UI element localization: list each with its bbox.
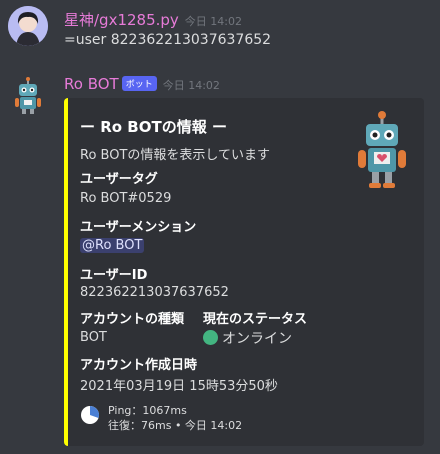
user-mention[interactable]: @Ro BOT [80,238,145,253]
message-content: =user 822362213037637652 [64,32,272,48]
online-status-icon [203,330,218,345]
field-tag-name: ユーザータグ [80,172,158,187]
embed-description: Ro BOTの情報を表示しています [80,148,271,163]
embed: ー Ro BOTの情報 ー Ro BOTの情報を表示しています ユーザータグ R… [64,98,424,446]
timestamp: 今日 14:02 [184,15,242,28]
embed-accent-bar [64,98,68,446]
user-avatar-icon [8,6,48,46]
field-mention-name: ユーザーメンション [80,220,197,235]
footer-ping: Ping：1067ms [108,404,187,417]
avatar[interactable] [8,6,48,46]
bot-username[interactable]: Ro BOT ボット 今日 14:02 [64,75,220,93]
ping-pie-icon [81,406,100,424]
field-status-name: 現在のステータス [203,312,308,327]
embed-title: ー Ro BOTの情報 ー [80,118,227,136]
bot-username-text[interactable]: Ro BOT [64,75,119,93]
field-id-name: ユーザーID [80,268,148,283]
field-type-name: アカウントの種類 [80,312,185,327]
robot-thumbnail-icon[interactable] [354,110,410,190]
field-status-value: オンライン [203,328,292,348]
field-tag-value: Ro BOT#0529 [80,191,172,206]
status-text: オンライン [222,331,292,347]
username[interactable]: 星神/gx1285.py 今日 14:02 [64,9,242,30]
field-mention-value: @Ro BOT [80,238,145,253]
bot-avatar[interactable] [8,76,48,116]
bot-timestamp: 今日 14:02 [162,79,220,92]
field-type-value: BOT [80,330,107,345]
username-text[interactable]: 星神/gx1285.py [64,11,179,29]
field-created-value: 2021年03月19日 15時53分50秒 [80,379,278,394]
field-id-value: 822362213037637652 [80,285,229,300]
robot-avatar-icon [15,77,41,114]
field-created-name: アカウント作成日時 [80,358,198,373]
bot-badge: ボット [121,76,157,91]
footer-roundtrip: 往復：76ms • 今日 14:02 [108,419,243,432]
